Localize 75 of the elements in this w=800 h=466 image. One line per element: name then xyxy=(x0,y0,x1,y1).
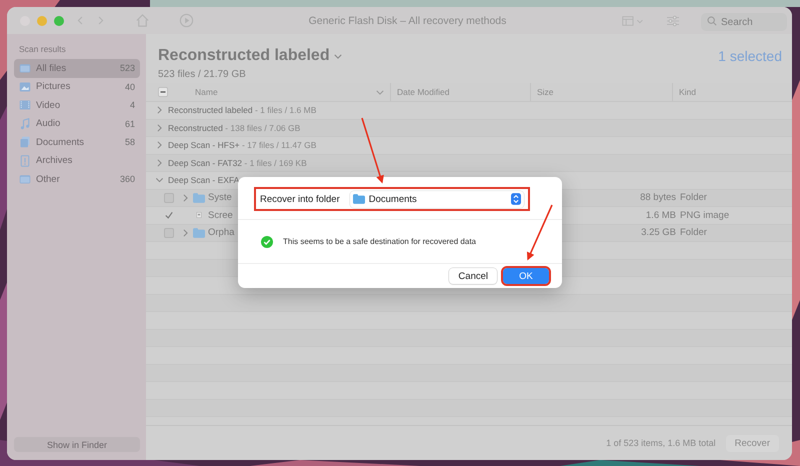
folder-icon xyxy=(193,228,205,238)
column-header[interactable]: Date Modified xyxy=(397,87,450,97)
sidebar-item[interactable]: Video 4 xyxy=(14,96,140,114)
file-kind: Folder xyxy=(680,192,708,204)
zoom-button[interactable] xyxy=(54,16,64,26)
search-icon xyxy=(707,16,717,26)
header-checkbox[interactable] xyxy=(158,87,168,97)
forward-icon[interactable] xyxy=(97,15,104,26)
film-icon xyxy=(19,99,31,112)
column-header[interactable]: Size xyxy=(537,87,554,97)
sidebar-item[interactable]: Other 360 xyxy=(14,170,140,188)
disclosure-icon[interactable] xyxy=(157,158,162,167)
window-title: Generic Flash Disk – All recovery methods xyxy=(308,14,508,26)
field-label: Recover into folder xyxy=(260,194,340,204)
disclosure-icon[interactable] xyxy=(157,124,162,132)
section-heading: Scan results xyxy=(19,44,67,54)
minimize-button[interactable] xyxy=(37,16,47,26)
show-in-finder-button[interactable]: Show in Finder xyxy=(14,437,140,452)
stepper-icon xyxy=(511,193,521,205)
column-header[interactable]: Kind xyxy=(679,87,696,97)
sidebar-item[interactable]: Documents 58 xyxy=(14,133,140,152)
view-icon[interactable] xyxy=(621,14,645,26)
sort-icon[interactable] xyxy=(376,90,384,94)
music-note-icon xyxy=(19,118,31,130)
disclosure-icon[interactable] xyxy=(157,106,162,114)
group-label[interactable]: Reconstructed - 138 files / 7.06 GB xyxy=(168,122,300,133)
play-icon[interactable] xyxy=(179,13,194,28)
file-size: 1.6 MB xyxy=(646,210,676,221)
ok-button[interactable]: OK xyxy=(503,268,549,284)
status-message: This seems to be a safe destination for recovered data xyxy=(283,237,476,246)
group-label[interactable]: Reconstructed labeled - 1 files / 1.6 MB xyxy=(168,105,316,116)
chevron-icon[interactable] xyxy=(334,54,342,58)
group-label[interactable]: Deep Scan - HFS+ - 17 files / 11.47 GB xyxy=(168,140,316,150)
sidebar-item[interactable]: Archives xyxy=(14,152,140,170)
folder-dropdown[interactable]: Documents xyxy=(350,190,524,208)
annotation-arrow xyxy=(526,204,553,260)
back-icon[interactable] xyxy=(77,15,84,26)
search-field[interactable]: Search xyxy=(701,13,787,31)
sidebar-item[interactable]: Pictures 40 xyxy=(14,78,140,96)
selection-count: 1 selected xyxy=(718,48,782,64)
file-kind: Folder xyxy=(680,227,708,238)
documents-icon xyxy=(19,136,31,148)
file-name: Syste xyxy=(208,192,232,204)
disclosure-icon[interactable] xyxy=(183,194,188,202)
sidebar-item[interactable]: All files 523 xyxy=(14,59,140,78)
view-title[interactable]: Reconstructed labeled xyxy=(158,47,330,65)
settings-icon[interactable] xyxy=(666,14,680,26)
checkbox[interactable] xyxy=(164,210,174,220)
checkbox[interactable] xyxy=(164,192,174,203)
file-kind: PNG image xyxy=(680,210,730,221)
file-size: 88 bytes xyxy=(640,192,676,204)
file-name: Scree xyxy=(208,210,233,221)
checkbox[interactable] xyxy=(164,228,174,238)
folder-icon xyxy=(352,194,365,204)
folder-icon xyxy=(193,192,205,203)
file-summary: 523 files / 21.79 GB xyxy=(158,69,247,80)
file-size: 3.25 GB xyxy=(641,227,676,238)
folder-icon xyxy=(19,173,31,186)
folder-icon xyxy=(19,62,31,74)
disclosure-icon[interactable] xyxy=(183,228,188,237)
disclosure-icon[interactable] xyxy=(156,178,164,183)
disclosure-icon[interactable] xyxy=(157,141,162,150)
group-label[interactable]: Deep Scan - EXFA xyxy=(168,175,240,186)
checkmark-icon xyxy=(261,236,273,248)
status-text: 1 of 523 items, 1.6 MB total xyxy=(606,438,716,448)
recover-button[interactable]: Recover xyxy=(726,434,779,452)
column-header[interactable]: Name xyxy=(195,87,218,97)
file-name: Orpha xyxy=(208,227,234,238)
cancel-button[interactable]: Cancel xyxy=(449,268,497,284)
archive-icon xyxy=(19,154,31,167)
group-label[interactable]: Deep Scan - FAT32 - 1 files / 169 KB xyxy=(168,158,307,168)
annotation-arrow xyxy=(361,118,384,184)
picture-icon xyxy=(19,80,31,93)
sidebar-item[interactable]: Audio 61 xyxy=(14,114,140,133)
home-icon[interactable] xyxy=(135,13,150,28)
